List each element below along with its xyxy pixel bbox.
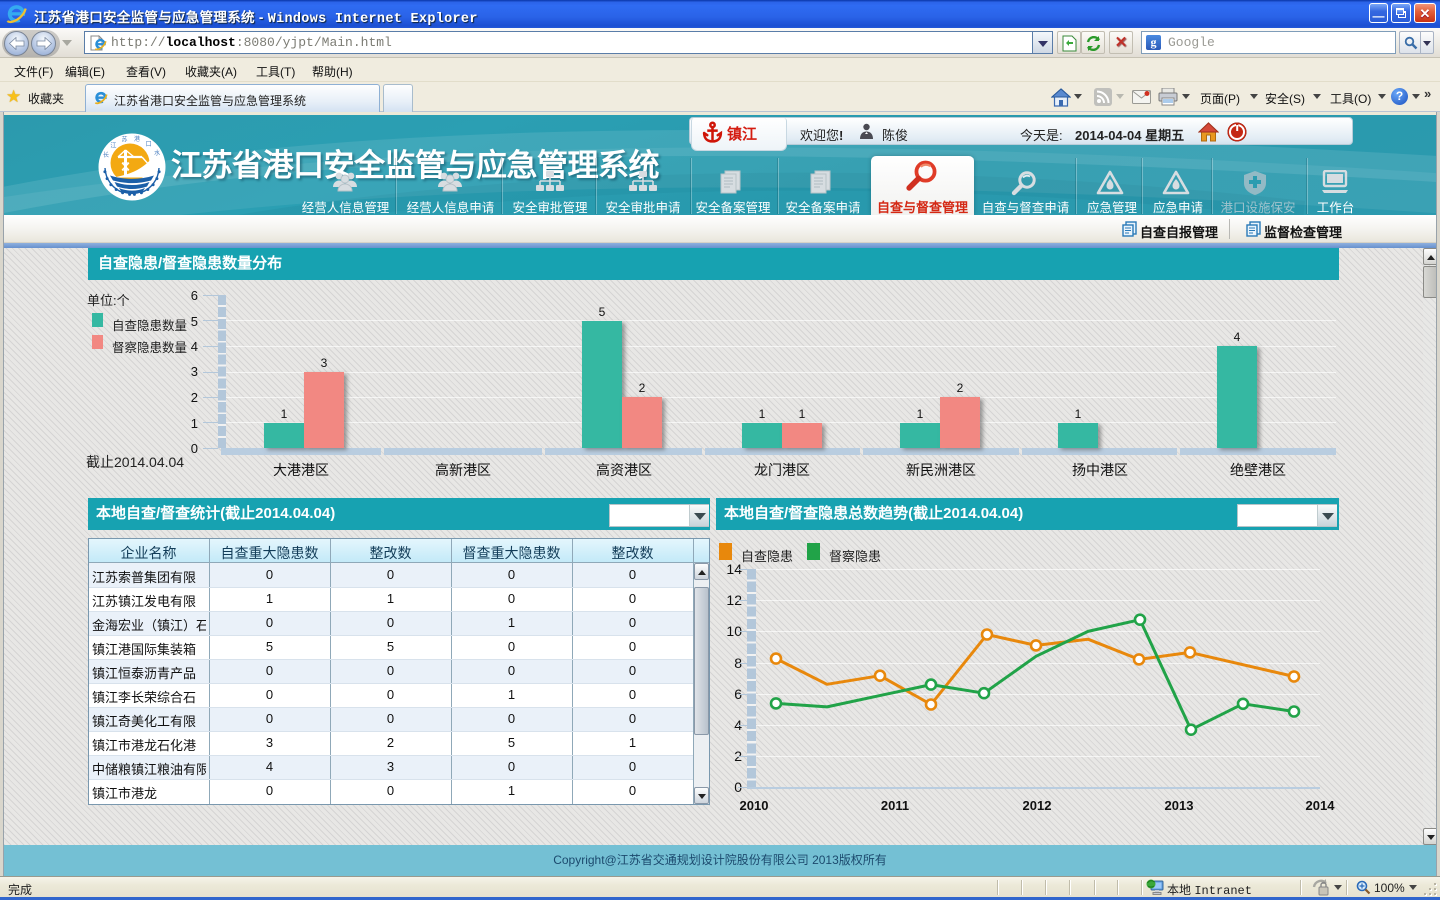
svg-text:港: 港 [134, 135, 140, 143]
svg-text:水: 水 [154, 149, 160, 157]
svg-text:长: 长 [103, 151, 109, 159]
svg-text:江: 江 [110, 143, 116, 150]
svg-text:口: 口 [146, 141, 152, 148]
svg-text:苏: 苏 [122, 136, 128, 144]
